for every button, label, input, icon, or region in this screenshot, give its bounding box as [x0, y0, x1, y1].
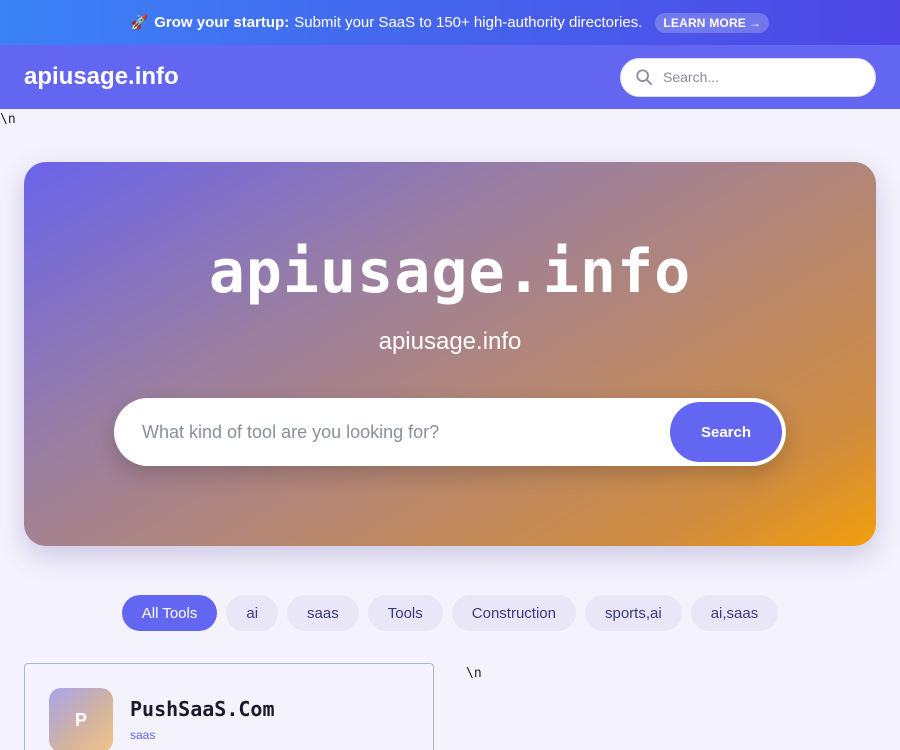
hero-section: apiusage.info apiusage.info Search: [24, 162, 876, 546]
learn-more-button[interactable]: LEARN MORE →: [655, 12, 770, 33]
filter-saas[interactable]: saas: [287, 595, 359, 631]
filter-construction[interactable]: Construction: [451, 595, 576, 631]
filter-ai[interactable]: ai: [226, 595, 279, 631]
tool-name[interactable]: PushSaaS.Com: [130, 697, 275, 721]
stray-newline-text: \n: [0, 112, 16, 127]
learn-more-label: LEARN MORE: [663, 15, 747, 30]
promo-text: Submit your SaaS to 150+ high-authority …: [294, 14, 643, 31]
tool-avatar: P: [49, 688, 113, 750]
promo-banner: 🚀 Grow your startup: Submit your SaaS to…: [0, 0, 900, 45]
tool-card[interactable]: P PushSaaS.Com saas: [24, 663, 434, 750]
filter-sports-ai[interactable]: sports,ai: [584, 595, 682, 631]
hero-title: apiusage.info: [208, 237, 692, 307]
header-search-input[interactable]: [663, 69, 861, 85]
promo-headline: Grow your startup:: [154, 14, 290, 31]
header-search-box[interactable]: [620, 57, 876, 97]
search-icon: [636, 69, 653, 86]
hero-search-button[interactable]: Search: [670, 402, 782, 462]
stray-newline-text: \n: [466, 666, 482, 681]
hero-search-input[interactable]: [142, 421, 670, 443]
rocket-icon: 🚀: [130, 14, 149, 30]
filter-tools[interactable]: Tools: [367, 595, 443, 631]
site-header: apiusage.info: [0, 45, 900, 109]
site-logo[interactable]: apiusage.info: [24, 63, 179, 91]
tool-tag[interactable]: saas: [130, 728, 155, 742]
filter-all-tools[interactable]: All Tools: [121, 595, 218, 631]
filter-ai-saas[interactable]: ai,saas: [690, 595, 779, 631]
category-filters: All Tools ai saas Tools Construction spo…: [0, 595, 900, 631]
arrow-right-icon: →: [749, 15, 762, 30]
hero-subtitle: apiusage.info: [378, 328, 522, 355]
hero-search-bar: Search: [114, 398, 786, 466]
